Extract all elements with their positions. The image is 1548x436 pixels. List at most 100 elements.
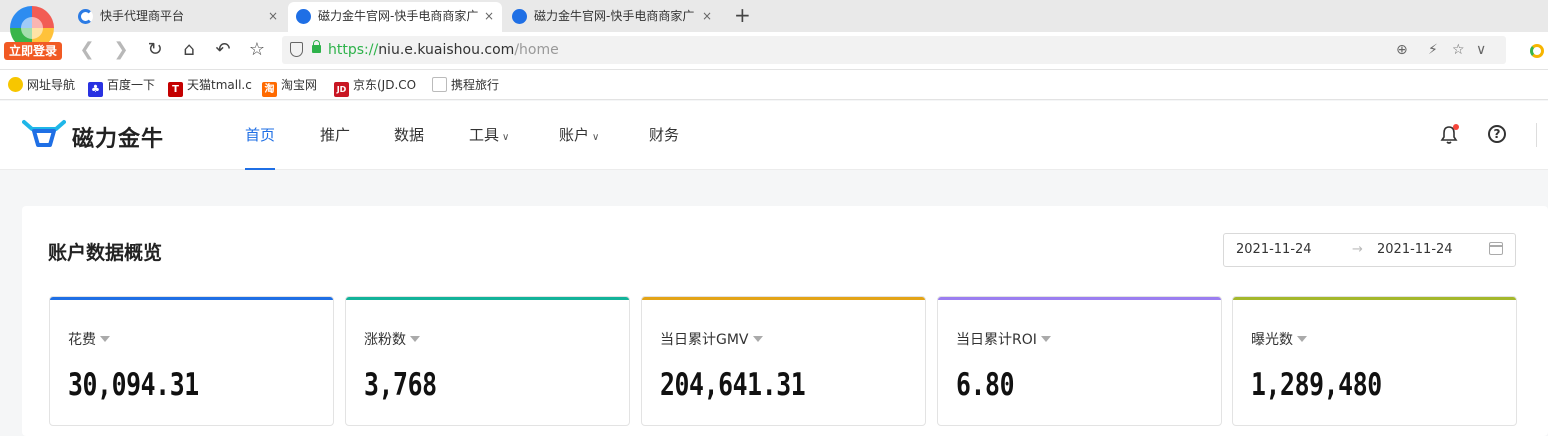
nav-label: 首页 bbox=[245, 126, 276, 144]
header-divider bbox=[1536, 123, 1537, 147]
chevron-down-icon: ∨ bbox=[592, 132, 600, 143]
bookmark-label: 网址导航 bbox=[27, 78, 76, 92]
nav-data[interactable]: 数据 bbox=[394, 101, 424, 170]
browser-toolbar: ❮ ❯ ↻ ⌂ ↶ ☆ https://niu.e.kuaishou.com/h… bbox=[0, 32, 1548, 70]
nav-home[interactable]: 首页 bbox=[245, 101, 276, 170]
bookmark-label: 京东(JD.CO bbox=[353, 78, 417, 92]
favorite-star-icon[interactable]: ☆ bbox=[1452, 40, 1465, 60]
nav-label: 推广 bbox=[320, 126, 351, 144]
metric-accent-bar bbox=[642, 297, 925, 300]
back-icon[interactable]: ❮ bbox=[76, 38, 98, 62]
metric-value: 204,641.31 bbox=[660, 367, 806, 403]
nav-tools[interactable]: 工具 ∨ bbox=[469, 101, 509, 170]
browser-tab-cili-jinniu-active[interactable]: 磁力金牛官网-快手电商商家广 × bbox=[288, 2, 502, 32]
zoom-icon[interactable]: ⊕ bbox=[1396, 40, 1408, 60]
tab-close-icon[interactable]: × bbox=[268, 2, 278, 30]
metric-card-followers[interactable]: 涨粉数 3,768 bbox=[345, 296, 630, 426]
caret-down-icon[interactable] bbox=[1297, 336, 1307, 342]
shield-icon bbox=[290, 42, 303, 57]
jd-icon: JD bbox=[334, 82, 349, 97]
tab-title: 快手代理商平台 bbox=[100, 9, 185, 23]
bookmark-star-icon[interactable]: ☆ bbox=[246, 38, 268, 62]
baidu-icon: ♣ bbox=[88, 82, 103, 97]
account-overview-panel: 账户数据概览 2021-11-24 → 2021-11-24 花费 30,094… bbox=[22, 206, 1548, 436]
page-icon bbox=[432, 77, 447, 92]
metric-label-text: 当日累计ROI bbox=[956, 332, 1037, 348]
reload-icon[interactable]: ↻ bbox=[144, 38, 166, 62]
calendar-icon[interactable] bbox=[1489, 242, 1503, 255]
cili-jinniu-icon bbox=[296, 9, 311, 24]
nav-label: 数据 bbox=[394, 126, 425, 144]
metric-label[interactable]: 涨粉数 bbox=[364, 329, 420, 349]
date-range-arrow-icon: → bbox=[1352, 242, 1363, 257]
metric-label[interactable]: 当日累计GMV bbox=[660, 329, 763, 349]
nav-finance[interactable]: 财务 bbox=[649, 101, 679, 170]
metric-label-text: 花费 bbox=[68, 332, 96, 348]
brand-name: 磁力金牛 bbox=[72, 127, 165, 152]
metric-card-roi[interactable]: 当日累计ROI 6.80 bbox=[937, 296, 1222, 426]
chevron-down-icon[interactable]: ∨ bbox=[1476, 40, 1486, 60]
caret-down-icon[interactable] bbox=[410, 336, 420, 342]
browser-tab-bar: 快手代理商平台 × 磁力金牛官网-快手电商商家广 × 磁力金牛官网-快手电商商家… bbox=[0, 0, 1548, 32]
bookmark-label: 淘宝网 bbox=[281, 78, 318, 92]
date-end[interactable]: 2021-11-24 bbox=[1377, 242, 1453, 257]
metric-value: 6.80 bbox=[956, 367, 1015, 403]
help-icon[interactable]: ? bbox=[1488, 125, 1508, 145]
bookmark-label: 百度一下 bbox=[107, 78, 156, 92]
bookmark-item[interactable]: 携程旅行 bbox=[432, 76, 499, 94]
metric-value: 3,768 bbox=[364, 367, 437, 403]
bookmark-item[interactable]: ♣ 百度一下 bbox=[88, 76, 155, 97]
bookmark-item[interactable]: T 天猫tmall.c bbox=[168, 76, 252, 97]
bookmark-item[interactable]: 网址导航 bbox=[8, 76, 75, 94]
tab-title: 磁力金牛官网-快手电商商家广 bbox=[534, 9, 695, 23]
url-domain: niu.e.kuaishou.com bbox=[378, 42, 515, 58]
caret-down-icon[interactable] bbox=[752, 336, 763, 342]
date-start[interactable]: 2021-11-24 bbox=[1236, 242, 1312, 257]
nav-label: 工具 bbox=[469, 126, 500, 144]
bookmark-item[interactable]: 淘淘宝网 bbox=[262, 76, 317, 97]
metric-label[interactable]: 当日累计ROI bbox=[956, 329, 1051, 349]
bookmark-label: 天猫tmall.c bbox=[187, 78, 252, 92]
url-text[interactable]: https://niu.e.kuaishou.com/home bbox=[328, 36, 559, 64]
url-scheme: https:// bbox=[328, 42, 379, 58]
browser-tab-cili-jinniu[interactable]: 磁力金牛官网-快手电商商家广 × bbox=[504, 2, 720, 32]
home-icon[interactable]: ⌂ bbox=[178, 38, 200, 62]
bull-logo-icon bbox=[22, 120, 66, 147]
lightning-icon[interactable]: ⚡︎ bbox=[1428, 40, 1438, 60]
date-range-picker[interactable]: 2021-11-24 → 2021-11-24 bbox=[1223, 233, 1516, 267]
lock-icon bbox=[312, 40, 321, 53]
nav-promotion[interactable]: 推广 bbox=[320, 101, 350, 170]
tab-close-icon[interactable]: × bbox=[702, 2, 712, 30]
url-path: /home bbox=[514, 42, 559, 58]
metric-card-spend[interactable]: 花费 30,094.31 bbox=[49, 296, 334, 426]
metric-label[interactable]: 曝光数 bbox=[1251, 329, 1307, 349]
extension-icon[interactable] bbox=[1530, 44, 1544, 58]
metric-accent-bar bbox=[938, 297, 1221, 300]
caret-down-icon[interactable] bbox=[100, 336, 110, 342]
forward-icon[interactable]: ❯ bbox=[110, 38, 132, 62]
notification-bell-icon[interactable] bbox=[1440, 124, 1460, 145]
nav-account[interactable]: 账户 ∨ bbox=[559, 101, 599, 170]
browser-logo[interactable]: 立即登录 bbox=[4, 4, 62, 60]
tab-close-icon[interactable]: × bbox=[484, 2, 494, 30]
nav-label: 财务 bbox=[649, 126, 680, 144]
address-bar[interactable]: https://niu.e.kuaishou.com/home ⊕ ⚡︎ ☆ ∨ bbox=[282, 36, 1506, 64]
metric-label-text: 涨粉数 bbox=[364, 332, 406, 348]
caret-down-icon[interactable] bbox=[1040, 336, 1051, 342]
browser-tab-agent-platform[interactable]: 快手代理商平台 × bbox=[70, 2, 286, 32]
panel-title: 账户数据概览 bbox=[48, 242, 163, 264]
new-tab-button[interactable]: + bbox=[734, 2, 751, 28]
bookmark-item[interactable]: JD 京东(JD.CO bbox=[334, 76, 416, 97]
login-badge[interactable]: 立即登录 bbox=[4, 42, 62, 60]
nav-label: 账户 bbox=[559, 126, 590, 144]
help-glyph: ? bbox=[1488, 125, 1506, 143]
metric-card-impressions[interactable]: 曝光数 1,289,480 bbox=[1232, 296, 1517, 426]
metric-accent-bar bbox=[1233, 297, 1516, 300]
metric-accent-bar bbox=[346, 297, 629, 300]
metric-card-gmv[interactable]: 当日累计GMV 204,641.31 bbox=[641, 296, 926, 426]
metric-label[interactable]: 花费 bbox=[68, 329, 110, 349]
tab-title: 磁力金牛官网-快手电商商家广 bbox=[318, 9, 479, 23]
undo-icon[interactable]: ↶ bbox=[212, 38, 234, 62]
kuaishou-icon bbox=[78, 9, 93, 24]
metric-value: 30,094.31 bbox=[68, 367, 199, 403]
